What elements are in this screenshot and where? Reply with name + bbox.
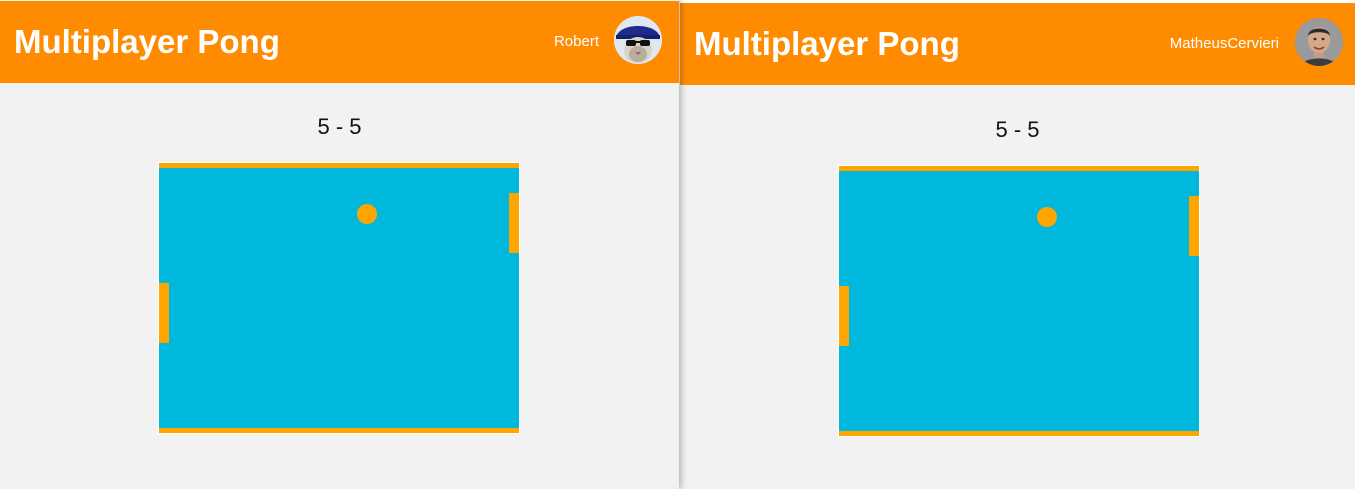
user-name: Robert — [553, 33, 599, 50]
avatar[interactable] — [1295, 18, 1343, 66]
avatar[interactable] — [614, 16, 662, 64]
score: 5 - 5 — [995, 117, 1040, 142]
app-title: Multiplayer Pong — [694, 25, 960, 62]
ball — [357, 204, 377, 224]
bottom-wall — [839, 431, 1199, 436]
ball — [1037, 207, 1057, 227]
screen: Multiplayer Pong Robert 5 - 5 Multiplaye… — [0, 0, 1355, 489]
avatar-man-photo-icon — [1295, 18, 1343, 66]
right-paddle — [509, 193, 519, 253]
window-left: Multiplayer Pong Robert 5 - 5 — [0, 0, 679, 489]
bottom-wall — [159, 428, 519, 433]
game-board[interactable] — [158, 162, 520, 434]
top-wall — [839, 166, 1199, 171]
avatar-cat-with-sunglasses-icon — [614, 16, 662, 64]
app-title: Multiplayer Pong — [14, 23, 280, 60]
top-wall — [159, 163, 519, 168]
right-paddle — [1189, 196, 1199, 256]
left-paddle — [159, 283, 169, 343]
app-header: Multiplayer Pong Robert — [0, 1, 679, 83]
score: 5 - 5 — [317, 114, 362, 139]
app-header: Multiplayer Pong MatheusCervieri — [680, 3, 1355, 85]
game-board[interactable] — [838, 165, 1200, 437]
left-paddle — [839, 286, 849, 346]
user-name: MatheusCervieri — [1169, 35, 1279, 52]
window-right: Multiplayer Pong MatheusCervieri 5 - 5 — [680, 0, 1355, 489]
